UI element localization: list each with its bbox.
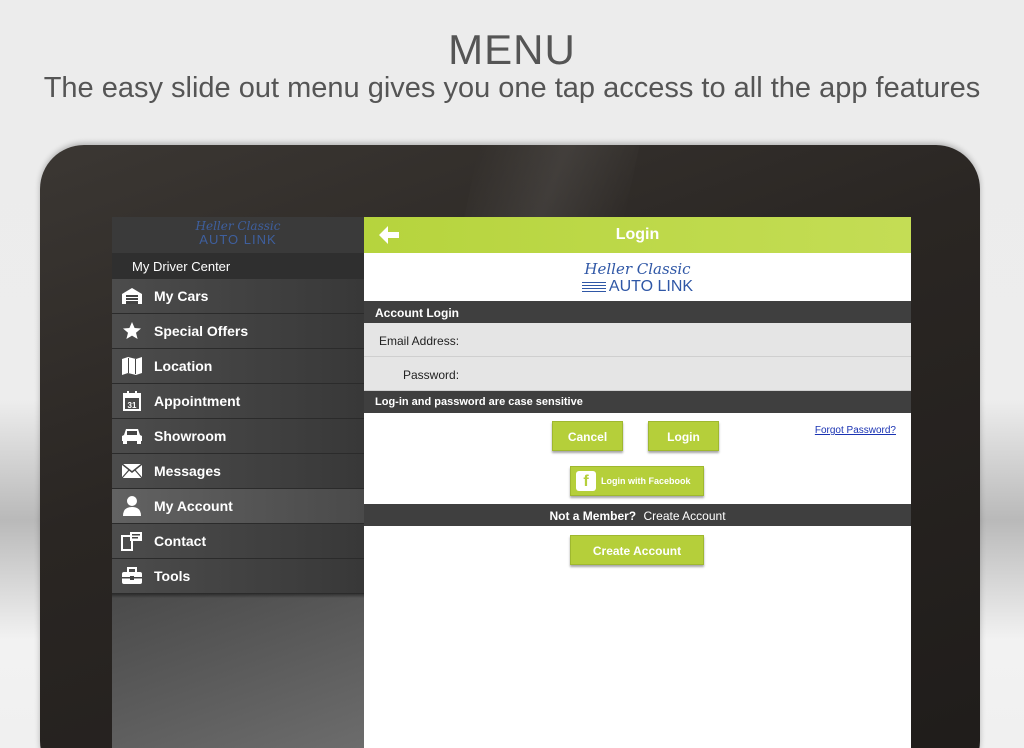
sidebar-item-special-offers[interactable]: Special Offers xyxy=(112,314,364,349)
page-title: Login xyxy=(615,226,660,243)
app-screen: Heller Classic AUTO LINK My Driver Cente… xyxy=(112,217,911,748)
facebook-login-button[interactable]: f Login with Facebook xyxy=(570,466,704,496)
cancel-button[interactable]: Cancel xyxy=(552,421,623,451)
envelope-icon xyxy=(120,461,144,481)
sidebar-item-label: Messages xyxy=(154,463,221,479)
sidebar-item-contact[interactable]: Contact xyxy=(112,524,364,559)
sidebar-item-label: Contact xyxy=(154,533,207,549)
password-row: Password: xyxy=(364,357,911,391)
sidebar-logo-script: Heller Classic xyxy=(195,219,281,233)
brand-logo: Heller Classic AUTO LINK xyxy=(364,253,911,301)
garage-icon xyxy=(120,286,144,306)
sidebar-item-messages[interactable]: Messages xyxy=(112,454,364,489)
sidebar-item-label: Appointment xyxy=(154,393,241,409)
brand-logo-script: Heller Classic xyxy=(584,260,691,278)
password-field[interactable] xyxy=(468,361,903,387)
side-menu: Heller Classic AUTO LINK My Driver Cente… xyxy=(112,217,364,748)
menu-shadow xyxy=(112,594,364,598)
email-label: Email Address: xyxy=(379,334,460,348)
sidebar-header: My Driver Center xyxy=(112,253,364,279)
brand-logo-main-row: AUTO LINK xyxy=(364,278,911,296)
sidebar-item-label: Location xyxy=(154,358,213,374)
promo-subline: The easy slide out menu gives you one ta… xyxy=(43,72,981,104)
case-sensitive-note: Log-in and password are case sensitive xyxy=(364,391,911,413)
sidebar-item-label: Tools xyxy=(154,568,191,584)
login-actions: Cancel Login Forgot Password? f Login wi… xyxy=(364,413,911,504)
account-login-header: Account Login xyxy=(364,301,911,323)
email-field[interactable] xyxy=(468,327,903,353)
toolbox-icon xyxy=(120,566,144,586)
sidebar-logo-main: AUTO LINK xyxy=(199,232,277,247)
facebook-icon: f xyxy=(576,471,596,491)
sidebar-item-location[interactable]: Location xyxy=(112,349,364,384)
speed-lines-icon xyxy=(581,282,606,292)
member-prompt: Not a Member? xyxy=(549,509,637,523)
create-account-button[interactable]: Create Account xyxy=(570,535,704,565)
sidebar-item-my-cars[interactable]: My Cars xyxy=(112,279,364,314)
sidebar-item-showroom[interactable]: Showroom xyxy=(112,419,364,454)
contact-icon xyxy=(120,531,144,551)
sidebar-item-appointment[interactable]: 31 Appointment xyxy=(112,384,364,419)
sidebar-item-label: My Account xyxy=(154,498,233,514)
brand-logo-main: AUTO LINK xyxy=(608,278,694,295)
star-icon xyxy=(120,321,144,341)
sidebar-item-label: My Cars xyxy=(154,288,209,304)
sidebar-item-my-account[interactable]: My Account xyxy=(112,489,364,524)
calendar-icon: 31 xyxy=(120,391,144,411)
email-row: Email Address: xyxy=(364,323,911,357)
login-panel: Login Heller Classic AUTO LINK Account L… xyxy=(364,217,911,748)
sidebar-logo: Heller Classic AUTO LINK xyxy=(112,217,364,253)
car-icon xyxy=(120,426,144,446)
sidebar-menu: My Cars Special Offers Location 31 Appoi… xyxy=(112,279,364,594)
top-bar: Login xyxy=(364,217,911,253)
password-label: Password: xyxy=(403,368,460,382)
promo-headline: MENU xyxy=(448,26,576,73)
facebook-login-label: Login with Facebook xyxy=(601,476,691,486)
forgot-password-link[interactable]: Forgot Password? xyxy=(815,425,896,436)
calendar-day-text: 31 xyxy=(128,401,137,410)
member-bar: Not a Member? Create Account xyxy=(364,504,911,526)
create-account-zone: Create Account xyxy=(364,526,911,586)
login-button[interactable]: Login xyxy=(648,421,719,451)
create-account-link[interactable]: Create Account xyxy=(643,509,725,523)
sidebar-item-label: Special Offers xyxy=(154,323,249,339)
person-icon xyxy=(120,496,144,516)
sidebar-item-label: Showroom xyxy=(154,428,227,444)
map-icon xyxy=(120,356,144,376)
sidebar-item-tools[interactable]: Tools xyxy=(112,559,364,594)
